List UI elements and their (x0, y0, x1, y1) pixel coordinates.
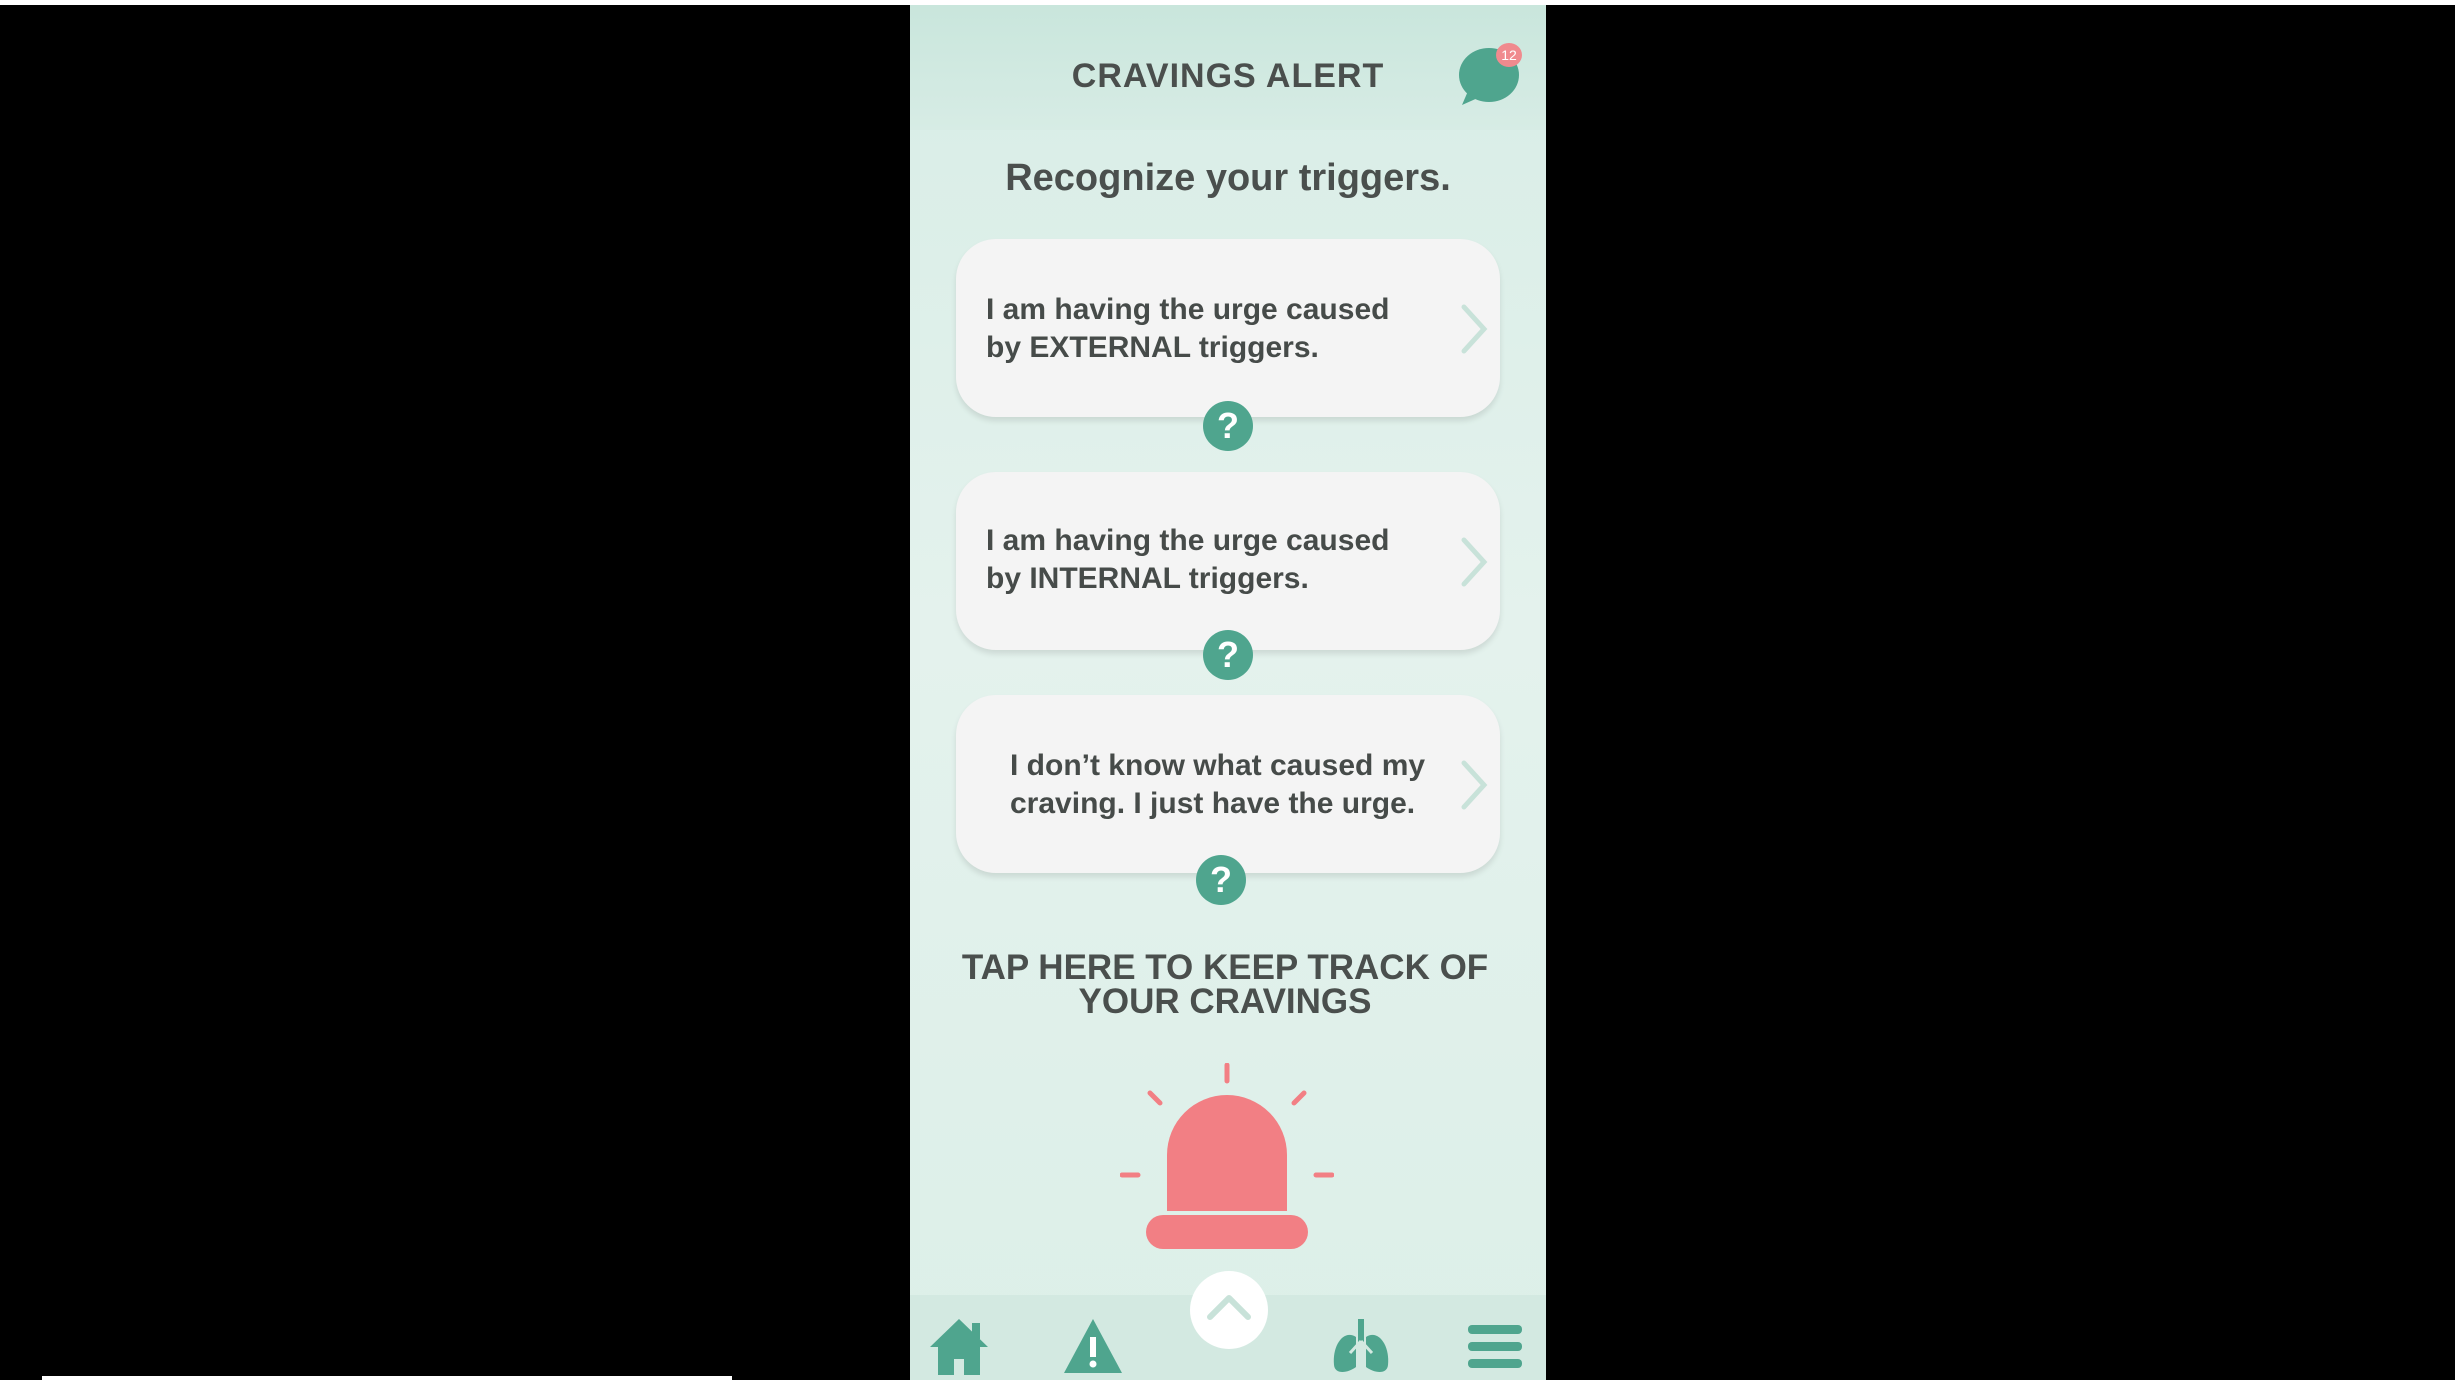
card-text: I don’t know what caused my craving. I j… (1010, 747, 1470, 823)
internal-triggers-card[interactable]: I am having the urge caused by INTERNAL … (956, 472, 1500, 650)
menu-icon[interactable] (1464, 1315, 1526, 1377)
app-screen: CRAVINGS ALERT 12 Recognize your trigger… (910, 5, 1546, 1380)
card-line-2: by EXTERNAL triggers. (986, 331, 1319, 364)
external-triggers-card[interactable]: I am having the urge caused by EXTERNAL … (956, 239, 1500, 417)
bottom-border (42, 1376, 732, 1380)
card-text: I am having the urge caused by EXTERNAL … (986, 291, 1436, 367)
lungs-icon[interactable] (1330, 1315, 1392, 1377)
card-line-1: I don’t know what caused my (1010, 749, 1426, 782)
unknown-trigger-card[interactable]: I don’t know what caused my craving. I j… (956, 695, 1500, 873)
section-subtitle: Recognize your triggers. (1005, 157, 1451, 199)
page-title: CRAVINGS ALERT (1071, 57, 1385, 95)
chat-button[interactable]: 12 (1458, 43, 1524, 109)
internal-triggers-help-icon[interactable]: ? (1203, 630, 1253, 680)
chevron-right-icon (1461, 304, 1488, 354)
warning-icon[interactable] (1062, 1315, 1124, 1377)
siren-icon[interactable] (1120, 1063, 1334, 1249)
unknown-trigger-help-icon[interactable]: ? (1196, 855, 1246, 905)
track-line-2: YOUR CRAVINGS (1078, 982, 1372, 1021)
card-line-2: craving. I just have the urge. (1010, 787, 1416, 820)
card-line-1: I am having the urge caused (986, 293, 1390, 326)
app-header: CRAVINGS ALERT 12 (910, 5, 1546, 130)
track-cravings-link[interactable]: TAP HERE TO KEEP TRACK OF YOUR CRAVINGS (950, 948, 1500, 1021)
card-text: I am having the urge caused by INTERNAL … (986, 522, 1436, 598)
card-line-1: I am having the urge caused (986, 524, 1390, 557)
card-line-2: by INTERNAL triggers. (986, 562, 1309, 595)
scroll-up-button[interactable] (1190, 1271, 1268, 1349)
chevron-up-icon (1207, 1295, 1251, 1320)
external-triggers-help-icon[interactable]: ? (1203, 401, 1253, 451)
home-icon[interactable] (928, 1315, 990, 1377)
chevron-right-icon (1461, 760, 1488, 810)
chevron-right-icon (1461, 537, 1488, 587)
notification-badge: 12 (1496, 43, 1522, 67)
track-line-1: TAP HERE TO KEEP TRACK OF (961, 948, 1489, 987)
